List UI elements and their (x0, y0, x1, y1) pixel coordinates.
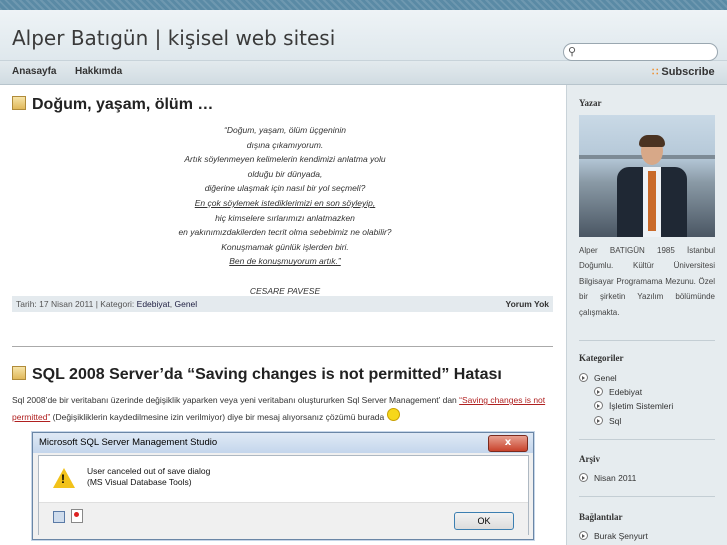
archive-item[interactable]: Nisan 2011 (579, 473, 636, 483)
poem-line: olduğu bir dünyada, (247, 168, 323, 179)
close-icon: x (488, 435, 528, 452)
subscribe-link[interactable]: ∷ Subscribe (652, 66, 715, 78)
poem-line (100, 269, 470, 284)
dialog-footer: OK (39, 502, 528, 535)
poem-line: diğerine ulaşmak için nasıl bir yol seçm… (204, 183, 366, 194)
smiley-icon (386, 408, 400, 421)
screenshot-dialog: Microsoft SQL Server Management Studio x… (32, 432, 534, 540)
post-title-1[interactable]: Doğum, yaşam, ölüm … (12, 96, 213, 114)
categories-heading: Kategoriler (579, 353, 624, 363)
dialog-title: Microsoft SQL Server Management Studio (39, 437, 218, 448)
poem-line: En çok söylemek istediklerimizi en son s… (194, 197, 376, 208)
top-decor-strip (0, 0, 727, 10)
nav-bar: Anasayfa Hakkımda ∷ Subscribe (0, 61, 727, 85)
bullet-icon (579, 373, 588, 382)
poem-line: hiç kimselere sırlarımızı anlatmazken (215, 212, 355, 223)
rss-icon: ∷ (652, 67, 659, 78)
post-icon (12, 366, 26, 380)
author-bio: Alper BATIGÜN 1985 İstanbul Doğumlu. Kül… (579, 246, 715, 317)
comments-link[interactable]: Yorum Yok (506, 299, 549, 309)
category-link-edebiyat[interactable]: Edebiyat (137, 299, 170, 309)
post-icon (12, 96, 26, 110)
sidebar-divider (579, 340, 715, 341)
archive-heading: Arşiv (579, 454, 600, 464)
site-title[interactable]: Alper Batıgün | kişisel web sitesi (12, 26, 335, 50)
poem-text: “Doğum, yaşam, ölüm üçgeninin dışına çık… (100, 123, 470, 298)
post-body-text-2: (Değişikliklerin kaydedilmesine izin ver… (50, 412, 387, 422)
poem-line: Konuşmamak günlük işlerden biri. (221, 241, 349, 252)
help-icon (71, 509, 83, 523)
bullet-icon (594, 416, 603, 425)
poem-line: Ben de konuşmuyorum artık.” (229, 256, 341, 267)
copy-icon (53, 511, 65, 523)
dialog-content: ! User canceled out of save dialog (MS V… (39, 456, 528, 502)
post-divider (12, 346, 553, 347)
dialog-message-line2: (MS Visual Database Tools) (87, 477, 192, 487)
photo-person (617, 135, 687, 237)
bullet-icon (579, 473, 588, 482)
search-box[interactable]: ⚲ (563, 43, 718, 61)
category-link-genel[interactable]: Genel (174, 299, 197, 309)
poem-line: Artık söylenmeyen kelimelerin kendimizi … (184, 154, 386, 165)
poem-line: dışına çıkamıyorum. (246, 139, 324, 150)
author-photo (579, 115, 715, 237)
category-item-genel[interactable]: Genel (579, 373, 617, 383)
poem-line: en yakınımızdakilerden tecrit olma sebeb… (178, 227, 392, 238)
bullet-icon (579, 531, 588, 540)
subscribe-label: Subscribe (661, 66, 715, 78)
post-body-2: Sql 2008’de bir veritabanı üzerinde deği… (12, 393, 553, 425)
category-item-isletim-sistemleri[interactable]: İşletim Sistemleri (594, 401, 673, 411)
nav-item-anasayfa[interactable]: Anasayfa (12, 66, 56, 77)
sidebar: Yazar Alper BATIGÜN 1985 İstanbul Doğuml… (566, 85, 727, 545)
dialog-titlebar: Microsoft SQL Server Management Studio x (33, 433, 533, 453)
category-item-edebiyat[interactable]: Edebiyat (594, 387, 642, 397)
site-header: Alper Batıgün | kişisel web sitesi ⚲ (0, 10, 727, 61)
dialog-message-line1: User canceled out of save dialog (87, 466, 211, 476)
sidebar-divider (579, 496, 715, 497)
post-title-2-text: SQL 2008 Server’da “Saving changes is no… (32, 366, 502, 383)
category-item-sql[interactable]: Sql (594, 416, 621, 426)
search-input[interactable] (582, 45, 714, 59)
bullet-icon (594, 387, 603, 396)
search-icon: ⚲ (568, 45, 577, 58)
bullet-icon (594, 401, 603, 410)
warning-mark: ! (61, 472, 65, 486)
dialog-message: User canceled out of save dialog (MS Vis… (87, 466, 210, 488)
sidebar-divider (579, 439, 715, 440)
post-title-1-text: Doğum, yaşam, ölüm … (32, 96, 214, 113)
ok-button: OK (454, 512, 514, 530)
nav-item-hakkimda[interactable]: Hakkımda (75, 66, 122, 77)
post-title-2[interactable]: SQL 2008 Server’da “Saving changes is no… (12, 366, 502, 384)
post-body-text: Sql 2008’de bir veritabanı üzerinde deği… (12, 395, 460, 405)
post-meta: Tarih: 17 Nisan 2011 | Kategori: Edebiya… (12, 296, 553, 312)
link-item[interactable]: Burak Şenyurt (579, 531, 648, 541)
poem-line: “Doğum, yaşam, ölüm üçgeninin (224, 125, 346, 135)
links-heading: Bağlantılar (579, 512, 623, 522)
post-date-category: Tarih: 17 Nisan 2011 | Kategori: (16, 299, 137, 309)
dialog-body: ! User canceled out of save dialog (MS V… (38, 455, 529, 535)
author-heading: Yazar (579, 98, 602, 108)
